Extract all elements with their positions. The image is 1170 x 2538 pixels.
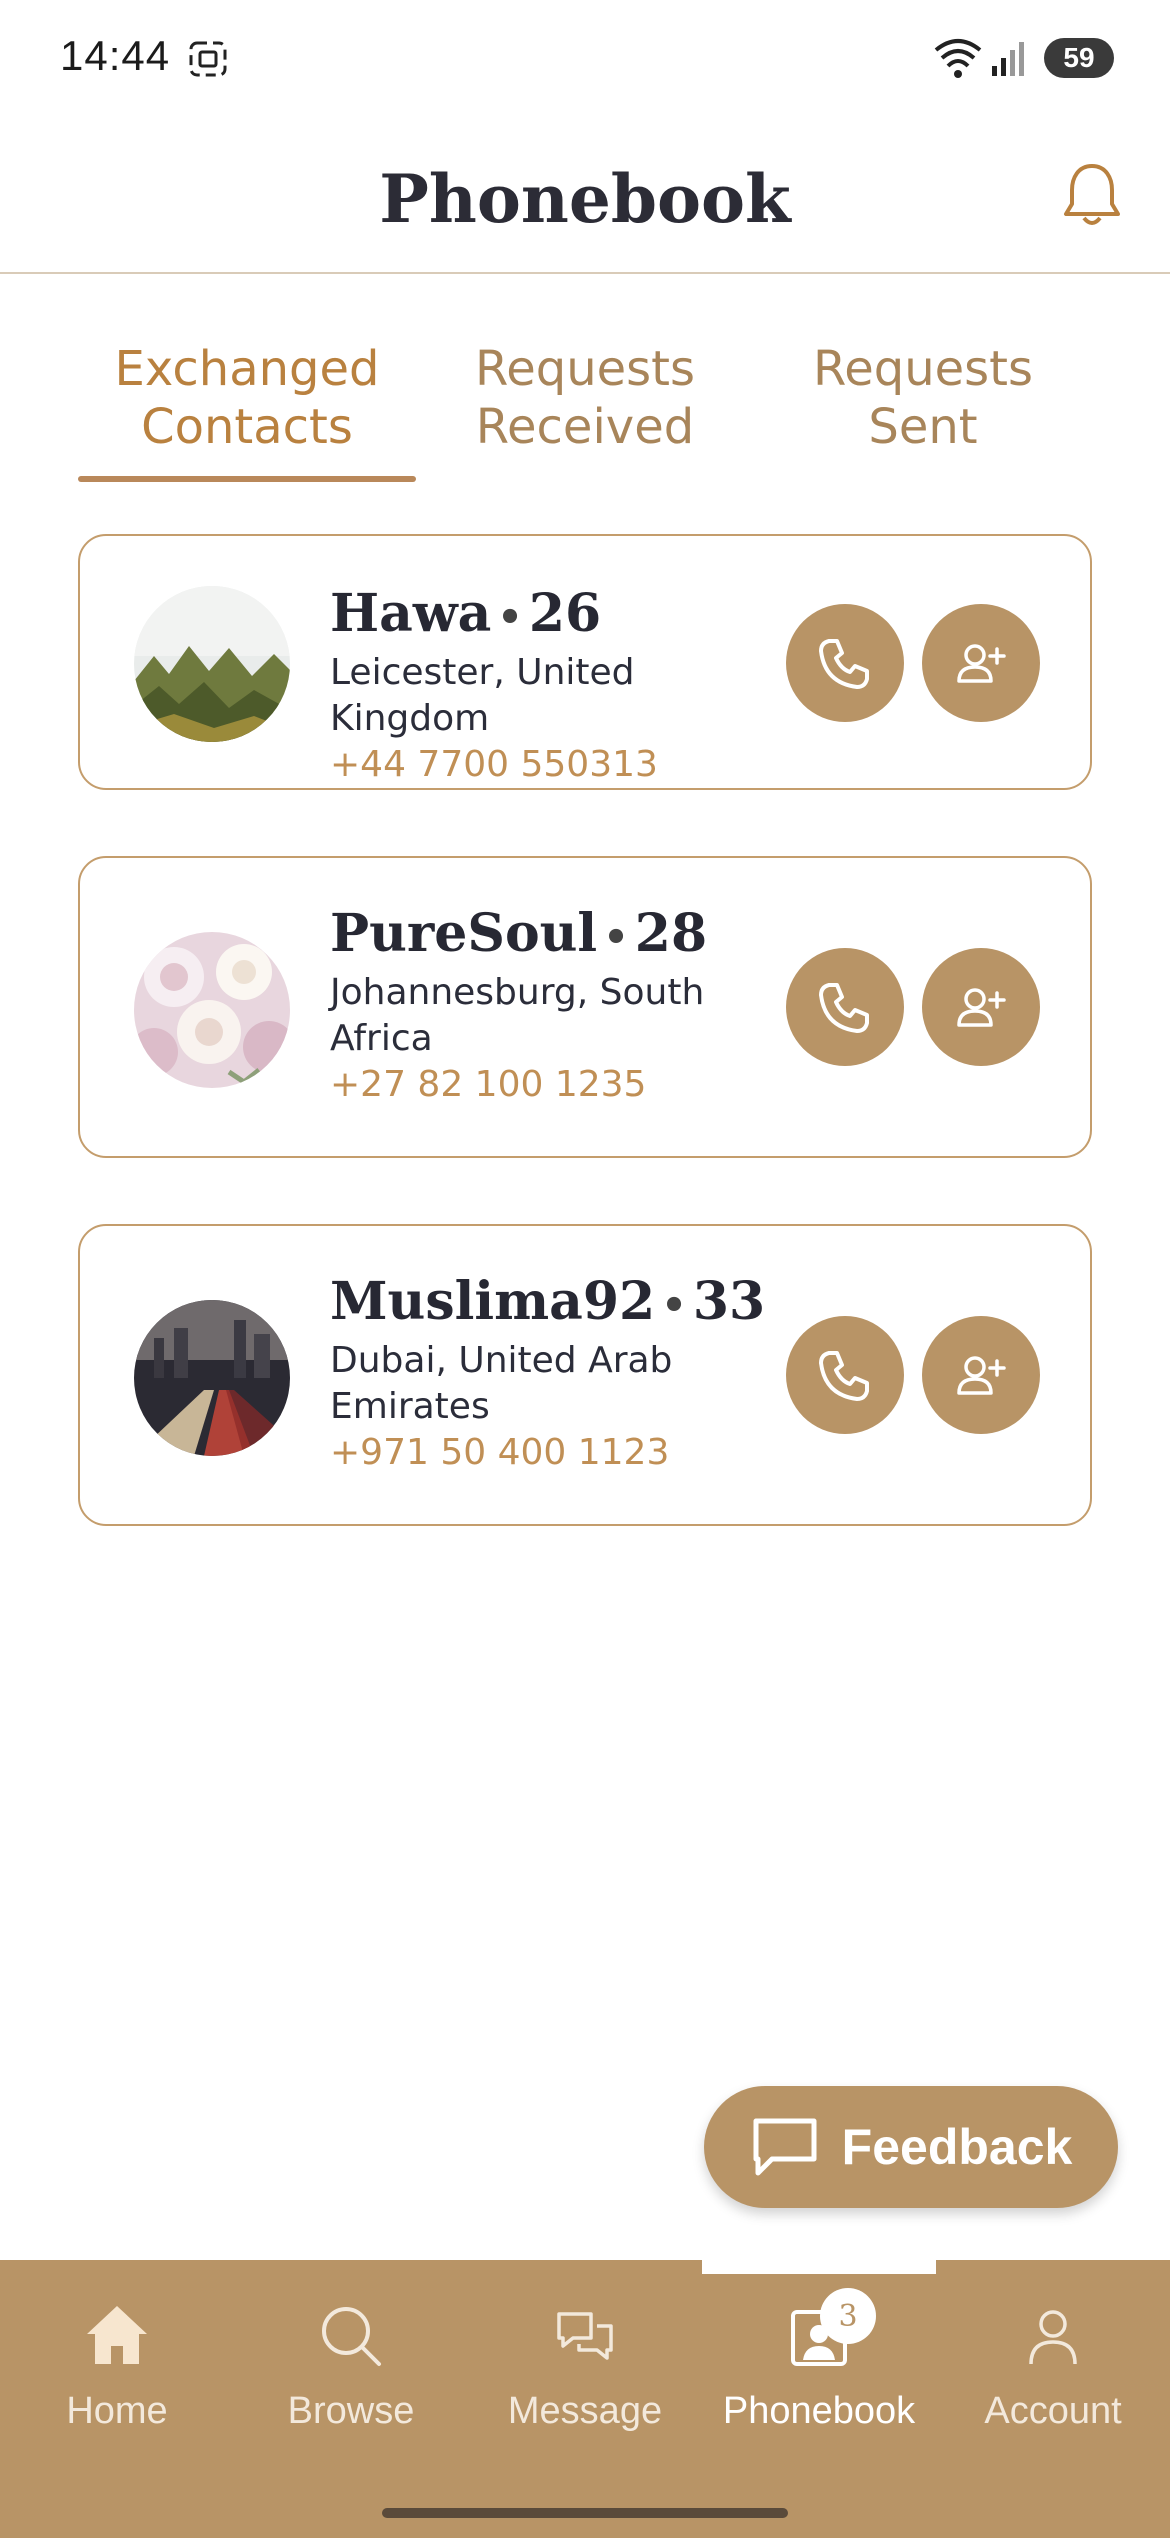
contact-name: Muslima92 [330,1271,656,1332]
bottom-nav: Home Browse Message 3 Phonebook Account [0,2260,1170,2538]
contact-name-age: Muslima92 • 33 [330,1271,766,1332]
screen-record-icon [189,41,227,77]
contact-location: Leicester, United Kingdom [330,652,635,739]
tab-requests-sent[interactable]: Requests Sent [754,340,1092,482]
nav-label: Message [507,2390,663,2432]
add-contact-button[interactable] [922,604,1040,722]
wifi-icon [934,39,982,78]
add-user-icon [957,988,1006,1027]
status-bar: 14:44 59 [0,0,1170,120]
tab-bar: Exchanged Contacts Requests Received Req… [78,340,1092,482]
avatar[interactable] [134,932,290,1088]
home-indicator[interactable] [382,2508,788,2518]
page-title: Phonebook [379,160,791,238]
nav-home[interactable]: Home [0,2300,234,2450]
contact-card[interactable]: Muslima92 • 33 Dubai, United Arab Emirates… [78,1224,1092,1526]
battery-indicator: 59 [1044,38,1114,78]
badge-count: 3 [838,2298,858,2334]
nav-label: Browse [287,2390,415,2432]
nav-label: Phonebook [722,2390,916,2432]
contact-info: Muslima92 • 33 Dubai, United Arab Emirates… [330,1270,800,1476]
contact-location: Johannesburg, South Africa [330,972,705,1059]
contact-name-age: PureSoul • 28 [330,903,708,964]
tab-label-line2: Sent [868,399,978,455]
notification-badge: 3 [820,2288,876,2344]
feedback-button[interactable]: Feedback [704,2086,1118,2208]
nav-message[interactable]: Message [468,2300,702,2450]
contact-age: 33 [692,1271,766,1332]
home-icon [87,2306,147,2364]
contact-location: Dubai, United Arab Emirates [330,1340,673,1427]
add-user-icon [957,1356,1006,1395]
avatar-image-forest [134,586,290,742]
battery-level: 59 [1063,42,1095,73]
contact-phone: +44 7700 550313 [330,744,658,785]
contact-age: 26 [528,583,602,644]
contact-card[interactable]: PureSoul • 28 Johannesburg, South Africa +… [78,856,1092,1158]
contact-card[interactable]: Hawa • 26 Leicester, United Kingdom +44 77… [78,534,1092,790]
phonebook-screen: 14:44 59 Phonebook Exchanged Contacts Re… [0,0,1170,2538]
avatar-image-flowers [134,932,290,1088]
nav-label: Home [66,2390,168,2432]
avatar-image-city-night [134,1300,290,1456]
tab-label-line1: Exchanged [114,341,380,397]
call-button[interactable] [786,1316,904,1434]
nav-label: Account [984,2390,1122,2432]
tab-label-line1: Requests [813,341,1033,397]
nav-browse[interactable]: Browse [234,2300,468,2450]
nav-phonebook[interactable]: 3 Phonebook [702,2288,936,2450]
tab-requests-received[interactable]: Requests Received [416,340,754,482]
contact-name: Hawa [330,583,492,644]
nav-account[interactable]: Account [936,2300,1170,2450]
feedback-icon [753,2118,817,2176]
signal-icon [992,42,1024,76]
tab-label-line2: Contacts [141,399,353,455]
contact-age: 28 [634,903,708,964]
status-time: 14:44 [60,32,171,79]
add-contact-button[interactable] [922,948,1040,1066]
contact-phone: +27 82 100 1235 [330,1064,647,1105]
user-icon [1029,2310,1077,2365]
header: Phonebook [0,130,1170,274]
contact-phone: +971 50 400 1123 [330,1432,670,1473]
add-user-icon [957,644,1006,683]
tab-label-line1: Requests [475,341,695,397]
avatar[interactable] [134,1300,290,1456]
contact-info: PureSoul • 28 Johannesburg, South Africa +… [330,902,800,1108]
active-tab-underline [78,476,416,482]
contact-info: Hawa • 26 Leicester, United Kingdom +44 77… [330,582,800,788]
contact-name-age: Hawa • 26 [330,583,602,644]
tab-exchanged-contacts[interactable]: Exchanged Contacts [78,340,416,482]
tab-label-line2: Received [475,399,695,455]
call-button[interactable] [786,604,904,722]
bell-icon[interactable] [1060,160,1124,232]
search-icon [322,2307,381,2366]
add-contact-button[interactable] [922,1316,1040,1434]
chat-icon [557,2312,613,2360]
active-nav-indicator [702,2260,936,2274]
call-button[interactable] [786,948,904,1066]
avatar[interactable] [134,586,290,742]
feedback-label: Feedback [841,2119,1073,2175]
phone-icon [819,639,869,689]
contact-name: PureSoul [330,903,598,964]
phone-icon [819,983,869,1033]
phone-icon [819,1351,869,1401]
